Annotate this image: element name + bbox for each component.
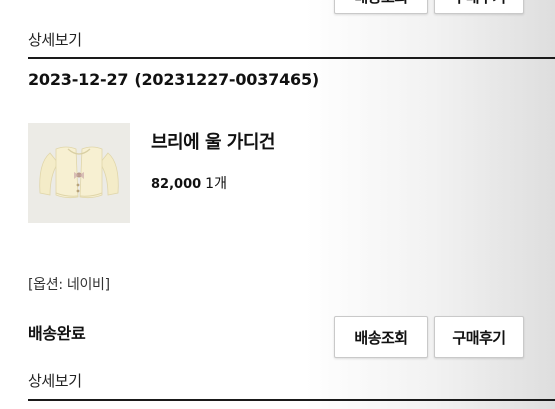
previous-order-status — [200, 0, 330, 4]
product-name[interactable]: 브리에 울 가디건 — [151, 128, 275, 154]
order-divider-bottom — [28, 399, 555, 401]
previous-write-review-button[interactable]: 구매후기 — [434, 0, 524, 14]
product-price: 82,000 — [151, 177, 202, 192]
order-number: (20231227-0037465) — [134, 70, 320, 89]
previous-order-detail-link[interactable]: 상세보기 — [28, 29, 82, 50]
product-quantity: 1개 — [205, 176, 227, 192]
order-divider — [28, 57, 555, 59]
write-review-button[interactable]: 구매후기 — [434, 316, 524, 358]
order-date: 2023-12-27 — [28, 70, 129, 89]
track-delivery-button[interactable]: 배송조회 — [334, 316, 428, 358]
product-thumbnail[interactable] — [28, 123, 130, 223]
order-header: 2023-12-27 (20231227-0037465) — [28, 70, 319, 89]
order-history-page: 배송조회 구매후기 상세보기 2023-12-27 (20231227-00374… — [0, 0, 555, 409]
cardigan-image — [28, 123, 130, 223]
product-price-quantity: 82,000 1개 — [151, 173, 227, 193]
previous-track-delivery-button[interactable]: 배송조회 — [334, 0, 428, 14]
order-detail-link[interactable]: 상세보기 — [28, 370, 82, 391]
delivery-status: 배송완료 — [28, 324, 86, 343]
product-option: [옵션: 네이비] — [28, 277, 110, 293]
